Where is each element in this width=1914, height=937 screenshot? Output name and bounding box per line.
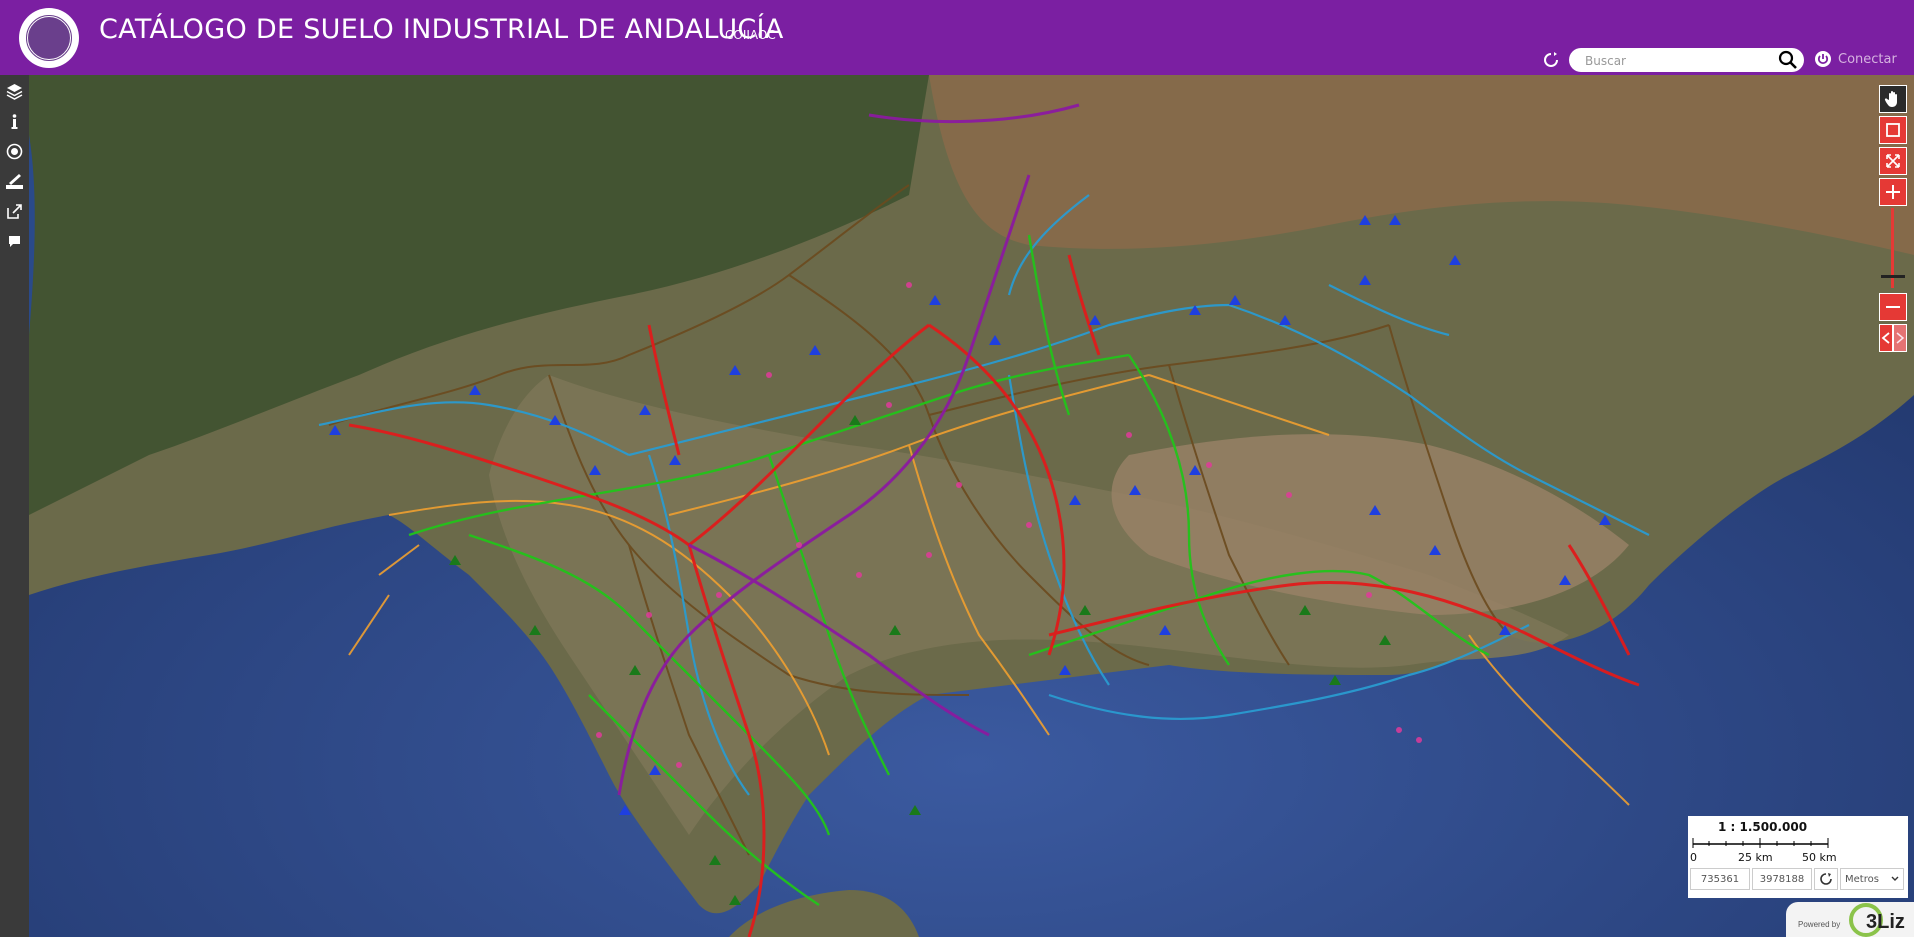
app-subtitle: COIIAOC [725, 28, 776, 42]
search-input[interactable] [1583, 51, 1777, 71]
next-view-icon[interactable] [1893, 324, 1907, 352]
comment-icon[interactable] [4, 231, 25, 252]
power-icon [1815, 51, 1831, 67]
scale-tick-50: 50 km [1802, 851, 1837, 864]
chevron-down-icon [1891, 876, 1899, 881]
coord-y: 3978188 [1752, 868, 1812, 890]
measure-icon[interactable] [4, 171, 25, 192]
pan-icon[interactable] [1879, 85, 1907, 113]
share-icon[interactable] [4, 201, 25, 222]
powered-by-label: Powered by [1798, 920, 1841, 929]
zoom-in-icon[interactable] [1879, 178, 1907, 206]
coiiaoc-logo [19, 8, 79, 68]
zoom-slider-handle[interactable] [1881, 275, 1905, 278]
zoom-out-icon[interactable] [1879, 293, 1907, 321]
fullscreen-icon[interactable] [1879, 147, 1907, 175]
zoom-box-icon[interactable] [1879, 116, 1907, 144]
connect-button[interactable]: Conectar [1814, 50, 1897, 68]
units-select[interactable]: Metros [1840, 868, 1904, 890]
connect-label: Conectar [1838, 51, 1897, 67]
app-header: CATÁLOGO DE SUELO INDUSTRIAL DE ANDALUCÍ… [0, 0, 1914, 75]
scale-bar [1692, 838, 1829, 848]
search-box [1569, 48, 1804, 72]
info-icon[interactable] [4, 111, 25, 132]
previous-view-icon[interactable] [1879, 324, 1893, 352]
locate-icon[interactable] [4, 141, 25, 162]
search-icon[interactable] [1778, 50, 1798, 70]
map-view[interactable]: 1 : 1.500.000 0 25 km 50 km 735361 39781… [29, 75, 1914, 937]
units-value: Metros [1845, 873, 1879, 885]
powered-by-badge[interactable]: Powered by 3Liz [1786, 902, 1914, 937]
scale-ratio: 1 : 1.500.000 [1718, 820, 1808, 834]
scale-tick-25: 25 km [1738, 851, 1773, 864]
scale-panel: 1 : 1.500.000 0 25 km 50 km 735361 39781… [1688, 816, 1908, 898]
layers-icon[interactable] [4, 81, 25, 102]
scale-tick-0: 0 [1690, 851, 1697, 864]
coord-x: 735361 [1690, 868, 1750, 890]
left-toolbar [0, 75, 29, 937]
brand-label: 3Liz [1866, 911, 1905, 933]
satellite-map [29, 75, 1914, 937]
app-title: CATÁLOGO DE SUELO INDUSTRIAL DE ANDALUCÍ… [99, 14, 784, 45]
refresh-icon[interactable] [1540, 49, 1562, 71]
coord-refresh-icon[interactable] [1814, 868, 1838, 890]
